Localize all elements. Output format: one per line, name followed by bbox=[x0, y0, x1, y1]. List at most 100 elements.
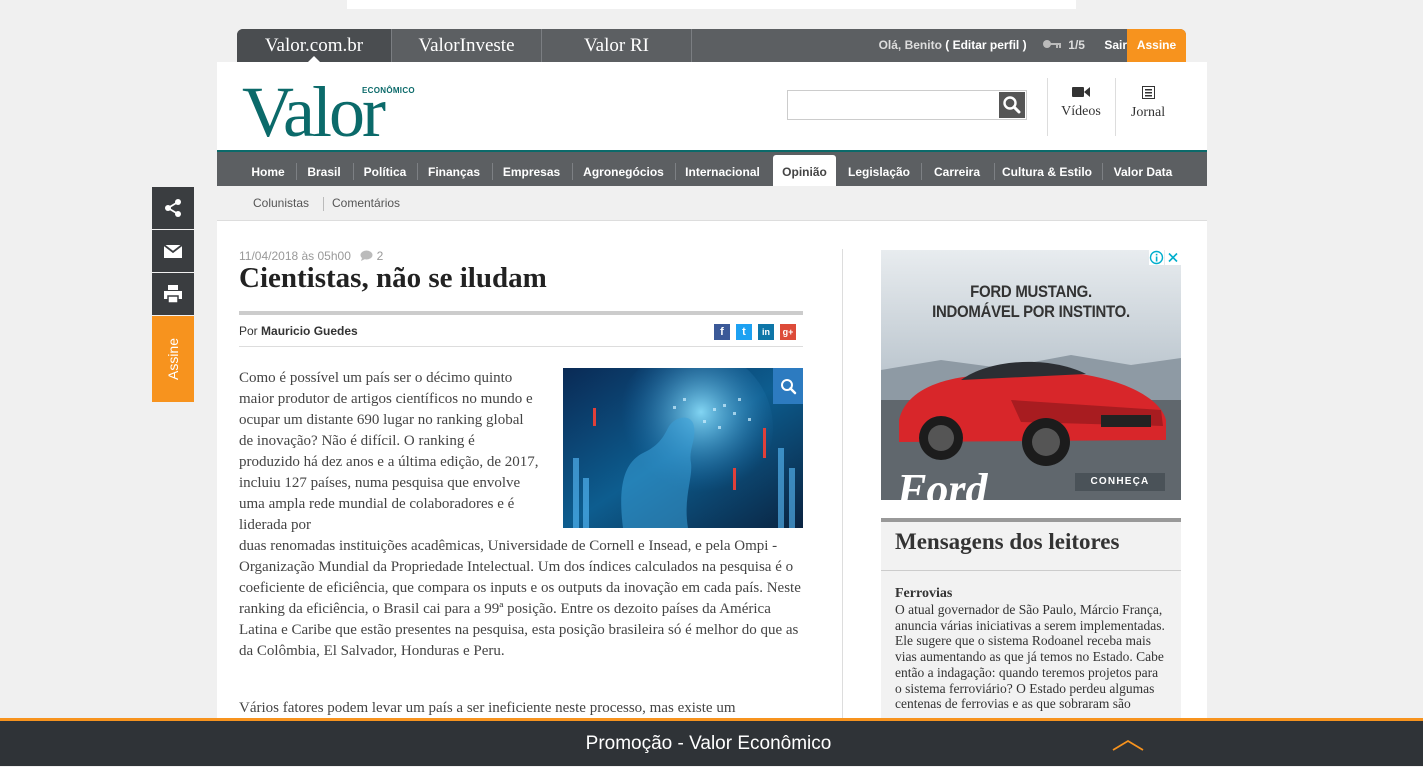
nav-separator bbox=[572, 163, 573, 180]
nav-item-cultura-estilo[interactable]: Cultura & Estilo bbox=[997, 152, 1097, 186]
nav-item-legislacao[interactable]: Legislação bbox=[843, 152, 915, 186]
comment-icon bbox=[360, 250, 373, 261]
article-meta: 11/04/2018 às 05h00 2 bbox=[239, 249, 383, 263]
author-name[interactable]: Mauricio Guedes bbox=[261, 324, 358, 338]
subscribe-button[interactable]: Assine bbox=[1127, 29, 1186, 62]
jornal-link[interactable]: Jornal bbox=[1118, 82, 1178, 121]
image-zoom-button[interactable] bbox=[773, 368, 803, 404]
nav-item-carreira[interactable]: Carreira bbox=[924, 152, 990, 186]
print-button[interactable] bbox=[152, 273, 194, 315]
sub-nav: Colunistas Comentários bbox=[217, 186, 1207, 218]
nav-separator bbox=[675, 163, 676, 180]
linkedin-icon[interactable]: in bbox=[758, 324, 774, 340]
messages-rule bbox=[881, 570, 1181, 571]
user-greeting: Olá, Benito bbox=[878, 38, 942, 52]
message-item-title[interactable]: Ferrovias bbox=[895, 586, 952, 602]
reader-messages: Mensagens dos leitores Ferrovias O atual… bbox=[881, 518, 1181, 721]
edit-profile-link[interactable]: ( Editar perfil ) bbox=[945, 38, 1026, 52]
nav-separator bbox=[353, 163, 354, 180]
nav-separator bbox=[296, 163, 297, 180]
ad-headline: FORD MUSTANG. INDOMÁVEL POR INSTINTO. bbox=[899, 282, 1163, 322]
nav-item-home[interactable]: Home bbox=[243, 152, 293, 186]
nav-item-politica[interactable]: Política bbox=[356, 152, 414, 186]
subnav-colunistas[interactable]: Colunistas bbox=[253, 196, 309, 210]
print-icon bbox=[164, 285, 182, 304]
facebook-icon[interactable]: f bbox=[714, 324, 730, 340]
nav-item-agronegocios[interactable]: Agronegócios bbox=[575, 152, 672, 186]
title-rule bbox=[239, 311, 803, 315]
key-icon bbox=[1042, 29, 1062, 62]
share-icon bbox=[165, 199, 181, 217]
side-subscribe-button[interactable]: Assine bbox=[152, 316, 194, 402]
nav-separator bbox=[492, 163, 493, 180]
nav-item-opiniao[interactable]: Opinião bbox=[773, 155, 836, 186]
comment-count: 2 bbox=[376, 249, 384, 263]
site-header: Valor ECONÔMICO Vídeos Jornal bbox=[217, 62, 1207, 150]
ad-brand-logo: Ford bbox=[897, 465, 988, 500]
messages-title: Mensagens dos leitores bbox=[895, 529, 1120, 554]
chevron-up-icon[interactable] bbox=[1112, 739, 1144, 751]
share-button[interactable] bbox=[152, 187, 194, 229]
site-tab-valorinveste[interactable]: ValorInveste bbox=[392, 29, 542, 62]
search-input[interactable] bbox=[788, 91, 998, 119]
ad-close-icon[interactable] bbox=[1165, 250, 1181, 265]
logout-link[interactable]: Sair bbox=[1104, 38, 1127, 52]
advertisement[interactable]: FORD MUSTANG. INDOMÁVEL POR INSTINTO. Fo… bbox=[881, 250, 1181, 500]
messages-top-bar bbox=[881, 518, 1181, 522]
header-divider bbox=[1115, 78, 1116, 136]
article-paragraph: Vários fatores podem levar um país a ser… bbox=[239, 700, 736, 716]
site-tabs-bar: Valor.com.br ValorInveste Valor RI Olá, … bbox=[237, 29, 1186, 62]
nav-separator bbox=[994, 163, 995, 180]
article-date: 11/04/2018 às 05h00 bbox=[239, 249, 351, 263]
video-camera-icon bbox=[1072, 87, 1090, 97]
search-icon bbox=[1003, 96, 1021, 114]
message-item-text: O atual governador de São Paulo, Márcio … bbox=[895, 602, 1165, 712]
jornal-label: Jornal bbox=[1130, 105, 1166, 120]
main-nav: Home Brasil Política Finanças Empresas A… bbox=[217, 152, 1207, 186]
user-area: Olá, Benito ( Editar perfil ) 1/5 Sair bbox=[879, 29, 1127, 62]
zoom-icon bbox=[781, 379, 797, 395]
promo-text: Promoção - Valor Econômico bbox=[585, 733, 832, 754]
nav-separator bbox=[921, 163, 922, 180]
article-title: Cientistas, não se iludam bbox=[239, 262, 547, 294]
subnav-separator bbox=[323, 197, 324, 211]
article-illustration bbox=[563, 368, 803, 528]
site-tab-valor-ri[interactable]: Valor RI bbox=[542, 29, 692, 62]
nav-item-brasil[interactable]: Brasil bbox=[299, 152, 349, 186]
article-image[interactable] bbox=[563, 368, 803, 528]
valor-logo[interactable]: Valor ECONÔMICO bbox=[242, 68, 415, 148]
email-button[interactable] bbox=[152, 230, 194, 272]
article-counter: 1/5 bbox=[1068, 38, 1085, 52]
nav-separator bbox=[1102, 163, 1103, 180]
article-paragraph: duas renomadas instituições acadêmicas, … bbox=[239, 538, 801, 659]
search-box bbox=[787, 90, 1027, 120]
social-share: f t in g+ bbox=[714, 324, 804, 340]
googleplus-icon[interactable]: g+ bbox=[780, 324, 796, 340]
side-subscribe-label: Assine bbox=[165, 337, 181, 381]
ad-headline-line1: FORD MUSTANG. bbox=[970, 282, 1092, 301]
byline-rule bbox=[239, 346, 803, 347]
share-sidebar: Assine bbox=[152, 187, 194, 402]
nav-item-internacional[interactable]: Internacional bbox=[678, 152, 767, 186]
comments-link[interactable]: 2 bbox=[360, 249, 383, 263]
logo-sub-text: ECONÔMICO bbox=[362, 86, 415, 95]
ad-cta-button[interactable]: CONHEÇA bbox=[1075, 473, 1165, 491]
search-button[interactable] bbox=[999, 92, 1025, 118]
ad-info-icon[interactable] bbox=[1149, 250, 1164, 265]
ad-headline-line2: INDOMÁVEL POR INSTINTO. bbox=[932, 302, 1130, 321]
email-icon bbox=[163, 244, 183, 258]
nav-separator bbox=[417, 163, 418, 180]
content-area: 11/04/2018 às 05h00 2 Cientistas, não se… bbox=[217, 220, 1207, 721]
byline: Por Mauricio Guedes bbox=[239, 324, 358, 338]
column-divider bbox=[842, 249, 843, 721]
nav-item-valor-data[interactable]: Valor Data bbox=[1105, 152, 1181, 186]
article-paragraph: Como é possível um país ser o décimo qui… bbox=[239, 370, 539, 533]
twitter-icon[interactable]: t bbox=[736, 324, 752, 340]
nav-item-financas[interactable]: Finanças bbox=[420, 152, 488, 186]
nav-item-empresas[interactable]: Empresas bbox=[495, 152, 568, 186]
top-ad-strip bbox=[347, 0, 1076, 9]
promo-bar[interactable]: Promoção - Valor Econômico bbox=[0, 718, 1423, 766]
videos-link[interactable]: Vídeos bbox=[1051, 82, 1111, 120]
site-tab-valor[interactable]: Valor.com.br bbox=[237, 29, 392, 62]
subnav-comentarios[interactable]: Comentários bbox=[332, 196, 400, 210]
